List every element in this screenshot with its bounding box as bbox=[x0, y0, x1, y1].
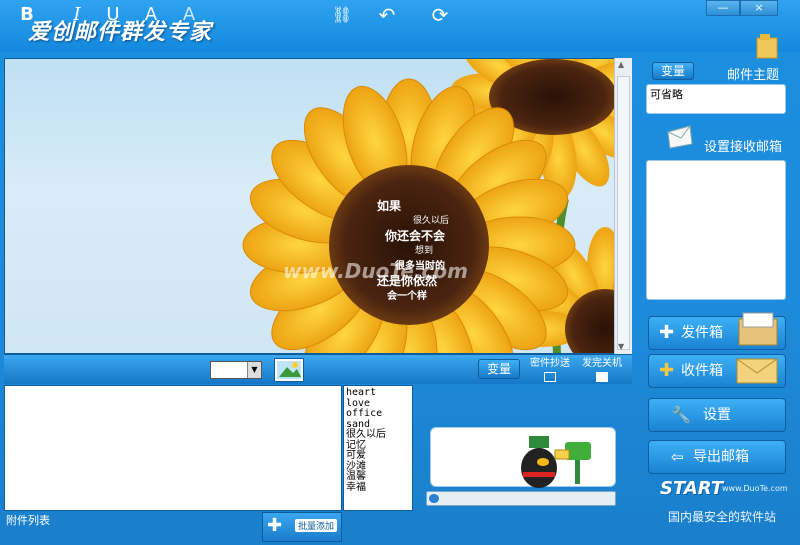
scroll-down-icon[interactable]: ▼ bbox=[618, 342, 624, 351]
italic-icon[interactable]: I bbox=[64, 3, 90, 27]
undo-icon[interactable]: ↶ bbox=[374, 3, 400, 27]
plus-icon: ✚ bbox=[659, 322, 675, 343]
bcc-label: 密件抄送 bbox=[530, 358, 570, 369]
close-button[interactable]: × bbox=[740, 0, 778, 16]
outbox-folder-icon bbox=[738, 312, 778, 346]
message-preview[interactable]: 如果 很久以后 你还会不会 想到 很多当时的 还是你依然 会一个样 www.Du… bbox=[4, 58, 632, 354]
variable-item[interactable]: 温馨 bbox=[346, 471, 412, 483]
recipients-title: 设置接收邮箱 bbox=[704, 140, 783, 155]
poem-line: 很久以后 bbox=[413, 216, 450, 226]
batch-add-button[interactable]: ✚ 批量添加 bbox=[262, 512, 342, 542]
watermark: www.DuoTe.com bbox=[283, 259, 468, 283]
variable-item[interactable]: heart bbox=[346, 387, 412, 399]
font-color-icon[interactable]: A bbox=[138, 3, 164, 27]
subject-variable-button[interactable]: 变量 bbox=[652, 62, 694, 80]
folder-icon bbox=[756, 34, 778, 60]
export-label: 导出邮箱 bbox=[693, 449, 749, 465]
export-icon: ⇦ bbox=[671, 448, 684, 466]
progress-fill bbox=[429, 494, 439, 503]
logo-text: START bbox=[660, 478, 724, 499]
duote-logo: START www.DuoTe.com bbox=[660, 472, 796, 502]
export-button[interactable]: ⇦ 导出邮箱 bbox=[648, 440, 786, 474]
variable-item[interactable]: office bbox=[346, 408, 412, 420]
plus-icon: ✚ bbox=[267, 515, 283, 536]
send-progress-bar bbox=[426, 491, 616, 506]
preview-scrollbar[interactable]: ▲ ▼ bbox=[614, 58, 632, 354]
subject-input[interactable]: 可省略 bbox=[646, 84, 786, 114]
refresh-icon[interactable]: ⟳ bbox=[426, 3, 454, 27]
bcc-toggle[interactable]: 密件抄送 bbox=[528, 358, 572, 382]
link-icon[interactable]: ⛓ bbox=[324, 3, 360, 27]
inbox-button[interactable]: ✚ 收件箱 bbox=[648, 354, 786, 388]
sunflower-image bbox=[241, 59, 631, 353]
poem-line: 如果 bbox=[377, 199, 402, 213]
recipients-box[interactable] bbox=[646, 160, 786, 300]
scrollbar-thumb[interactable] bbox=[617, 76, 630, 350]
variable-list[interactable]: heart love office sand 很久以后 记忆 可爱 沙滩 温馨 … bbox=[343, 385, 413, 511]
shutdown-toggle[interactable]: 发完关机 bbox=[580, 358, 624, 382]
batch-add-label: 批量添加 bbox=[295, 519, 338, 532]
poem-overlay: 如果 很久以后 你还会不会 想到 很多当时的 还是你依然 会一个样 bbox=[377, 199, 497, 304]
send-animation-panel bbox=[430, 427, 616, 488]
subject-title: 邮件主题 bbox=[727, 68, 780, 83]
wrench-icon: 🔧 bbox=[671, 405, 691, 424]
attachment-list-box[interactable] bbox=[4, 385, 342, 511]
poem-line: 想到 bbox=[415, 246, 434, 256]
shutdown-checkbox[interactable] bbox=[596, 372, 608, 382]
poem-line: 会一个样 bbox=[387, 291, 427, 302]
variable-item[interactable]: 幸福 bbox=[346, 482, 412, 494]
poem-line: 你还会不会 bbox=[385, 229, 446, 243]
footer-slogan: 国内最安全的软件站 bbox=[668, 510, 777, 524]
attachment-list-label: 附件列表 bbox=[6, 514, 50, 527]
envelope-icon bbox=[666, 124, 694, 150]
logo-site: www.DuoTe.com bbox=[722, 484, 788, 493]
variable-item[interactable]: 可爱 bbox=[346, 450, 412, 462]
minimize-button[interactable]: — bbox=[706, 0, 740, 16]
inbox-label: 收件箱 bbox=[681, 363, 723, 379]
inbox-envelope-icon bbox=[736, 358, 778, 384]
bold-icon[interactable]: B bbox=[14, 3, 40, 27]
insert-variable-button[interactable]: 变量 bbox=[478, 359, 520, 379]
insert-image-icon[interactable] bbox=[274, 358, 304, 382]
subject-value: 可省略 bbox=[650, 88, 683, 101]
outbox-label: 发件箱 bbox=[681, 325, 723, 341]
outbox-button[interactable]: ✚ 发件箱 bbox=[648, 312, 786, 350]
font-size-select[interactable]: ▼ bbox=[210, 361, 262, 379]
bcc-checkbox[interactable] bbox=[544, 372, 556, 382]
plus-icon: ✚ bbox=[659, 360, 675, 381]
underline-icon[interactable]: U bbox=[100, 3, 126, 27]
chevron-down-icon[interactable]: ▼ bbox=[247, 362, 261, 378]
scroll-up-icon[interactable]: ▲ bbox=[618, 60, 624, 69]
settings-label: 设置 bbox=[703, 407, 731, 423]
mailbox-mascot-icon bbox=[521, 436, 591, 488]
variable-item[interactable]: 很久以后 bbox=[346, 429, 412, 441]
highlight-color-icon[interactable]: A bbox=[176, 3, 202, 27]
shutdown-label: 发完关机 bbox=[582, 358, 622, 369]
settings-button[interactable]: 🔧 设置 bbox=[648, 398, 786, 432]
